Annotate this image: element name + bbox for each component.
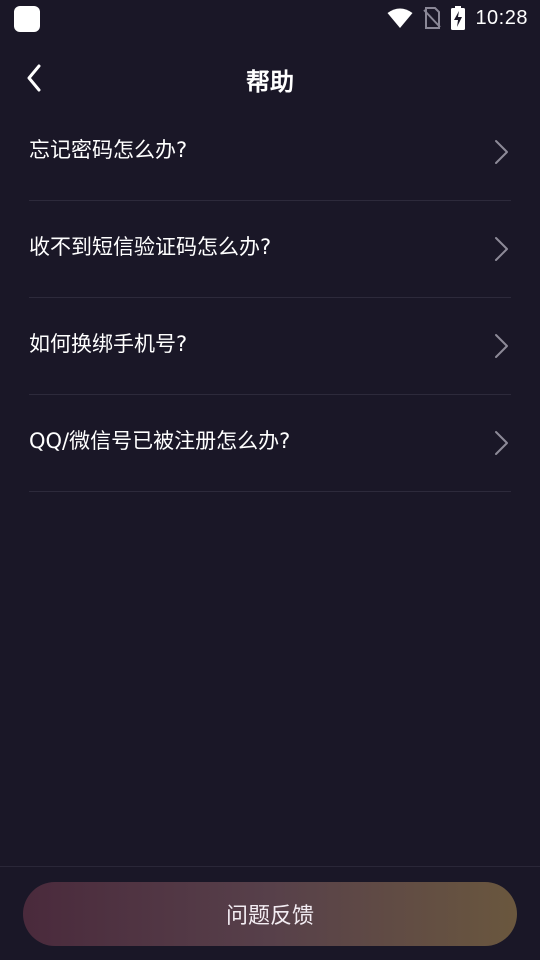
chevron-right-icon (495, 140, 508, 164)
status-bar: 10:28 (0, 0, 540, 36)
help-item-label: QQ/微信号已被注册怎么办? (29, 429, 291, 453)
page-title: 帮助 (246, 68, 294, 96)
help-item-forgot-password[interactable]: 忘记密码怎么办? (29, 104, 511, 201)
chevron-right-icon (495, 431, 508, 455)
footer-divider (0, 866, 540, 867)
help-item-label: 忘记密码怎么办? (29, 138, 188, 162)
no-sim-icon (423, 7, 442, 29)
status-icons: 10:28 (387, 4, 528, 32)
help-list: 忘记密码怎么办? 收不到短信验证码怎么办? 如何换绑手机号? QQ/微信号已被注… (29, 104, 511, 492)
help-item-no-sms-code[interactable]: 收不到短信验证码怎么办? (29, 201, 511, 298)
help-item-account-registered[interactable]: QQ/微信号已被注册怎么办? (29, 395, 511, 492)
app-notification-icon (14, 6, 40, 32)
help-item-label: 收不到短信验证码怎么办? (29, 235, 272, 259)
battery-charging-icon (451, 6, 466, 30)
top-app-bar: 帮助 (0, 50, 540, 106)
wifi-icon (387, 8, 413, 28)
feedback-button-label: 问题反馈 (225, 904, 314, 929)
help-item-change-phone[interactable]: 如何换绑手机号? (29, 298, 511, 395)
status-time: 10:28 (475, 6, 528, 29)
chevron-right-icon (495, 237, 508, 261)
chevron-right-icon (495, 334, 508, 358)
feedback-button[interactable]: 问题反馈 (23, 882, 517, 946)
help-item-label: 如何换绑手机号? (29, 332, 188, 356)
